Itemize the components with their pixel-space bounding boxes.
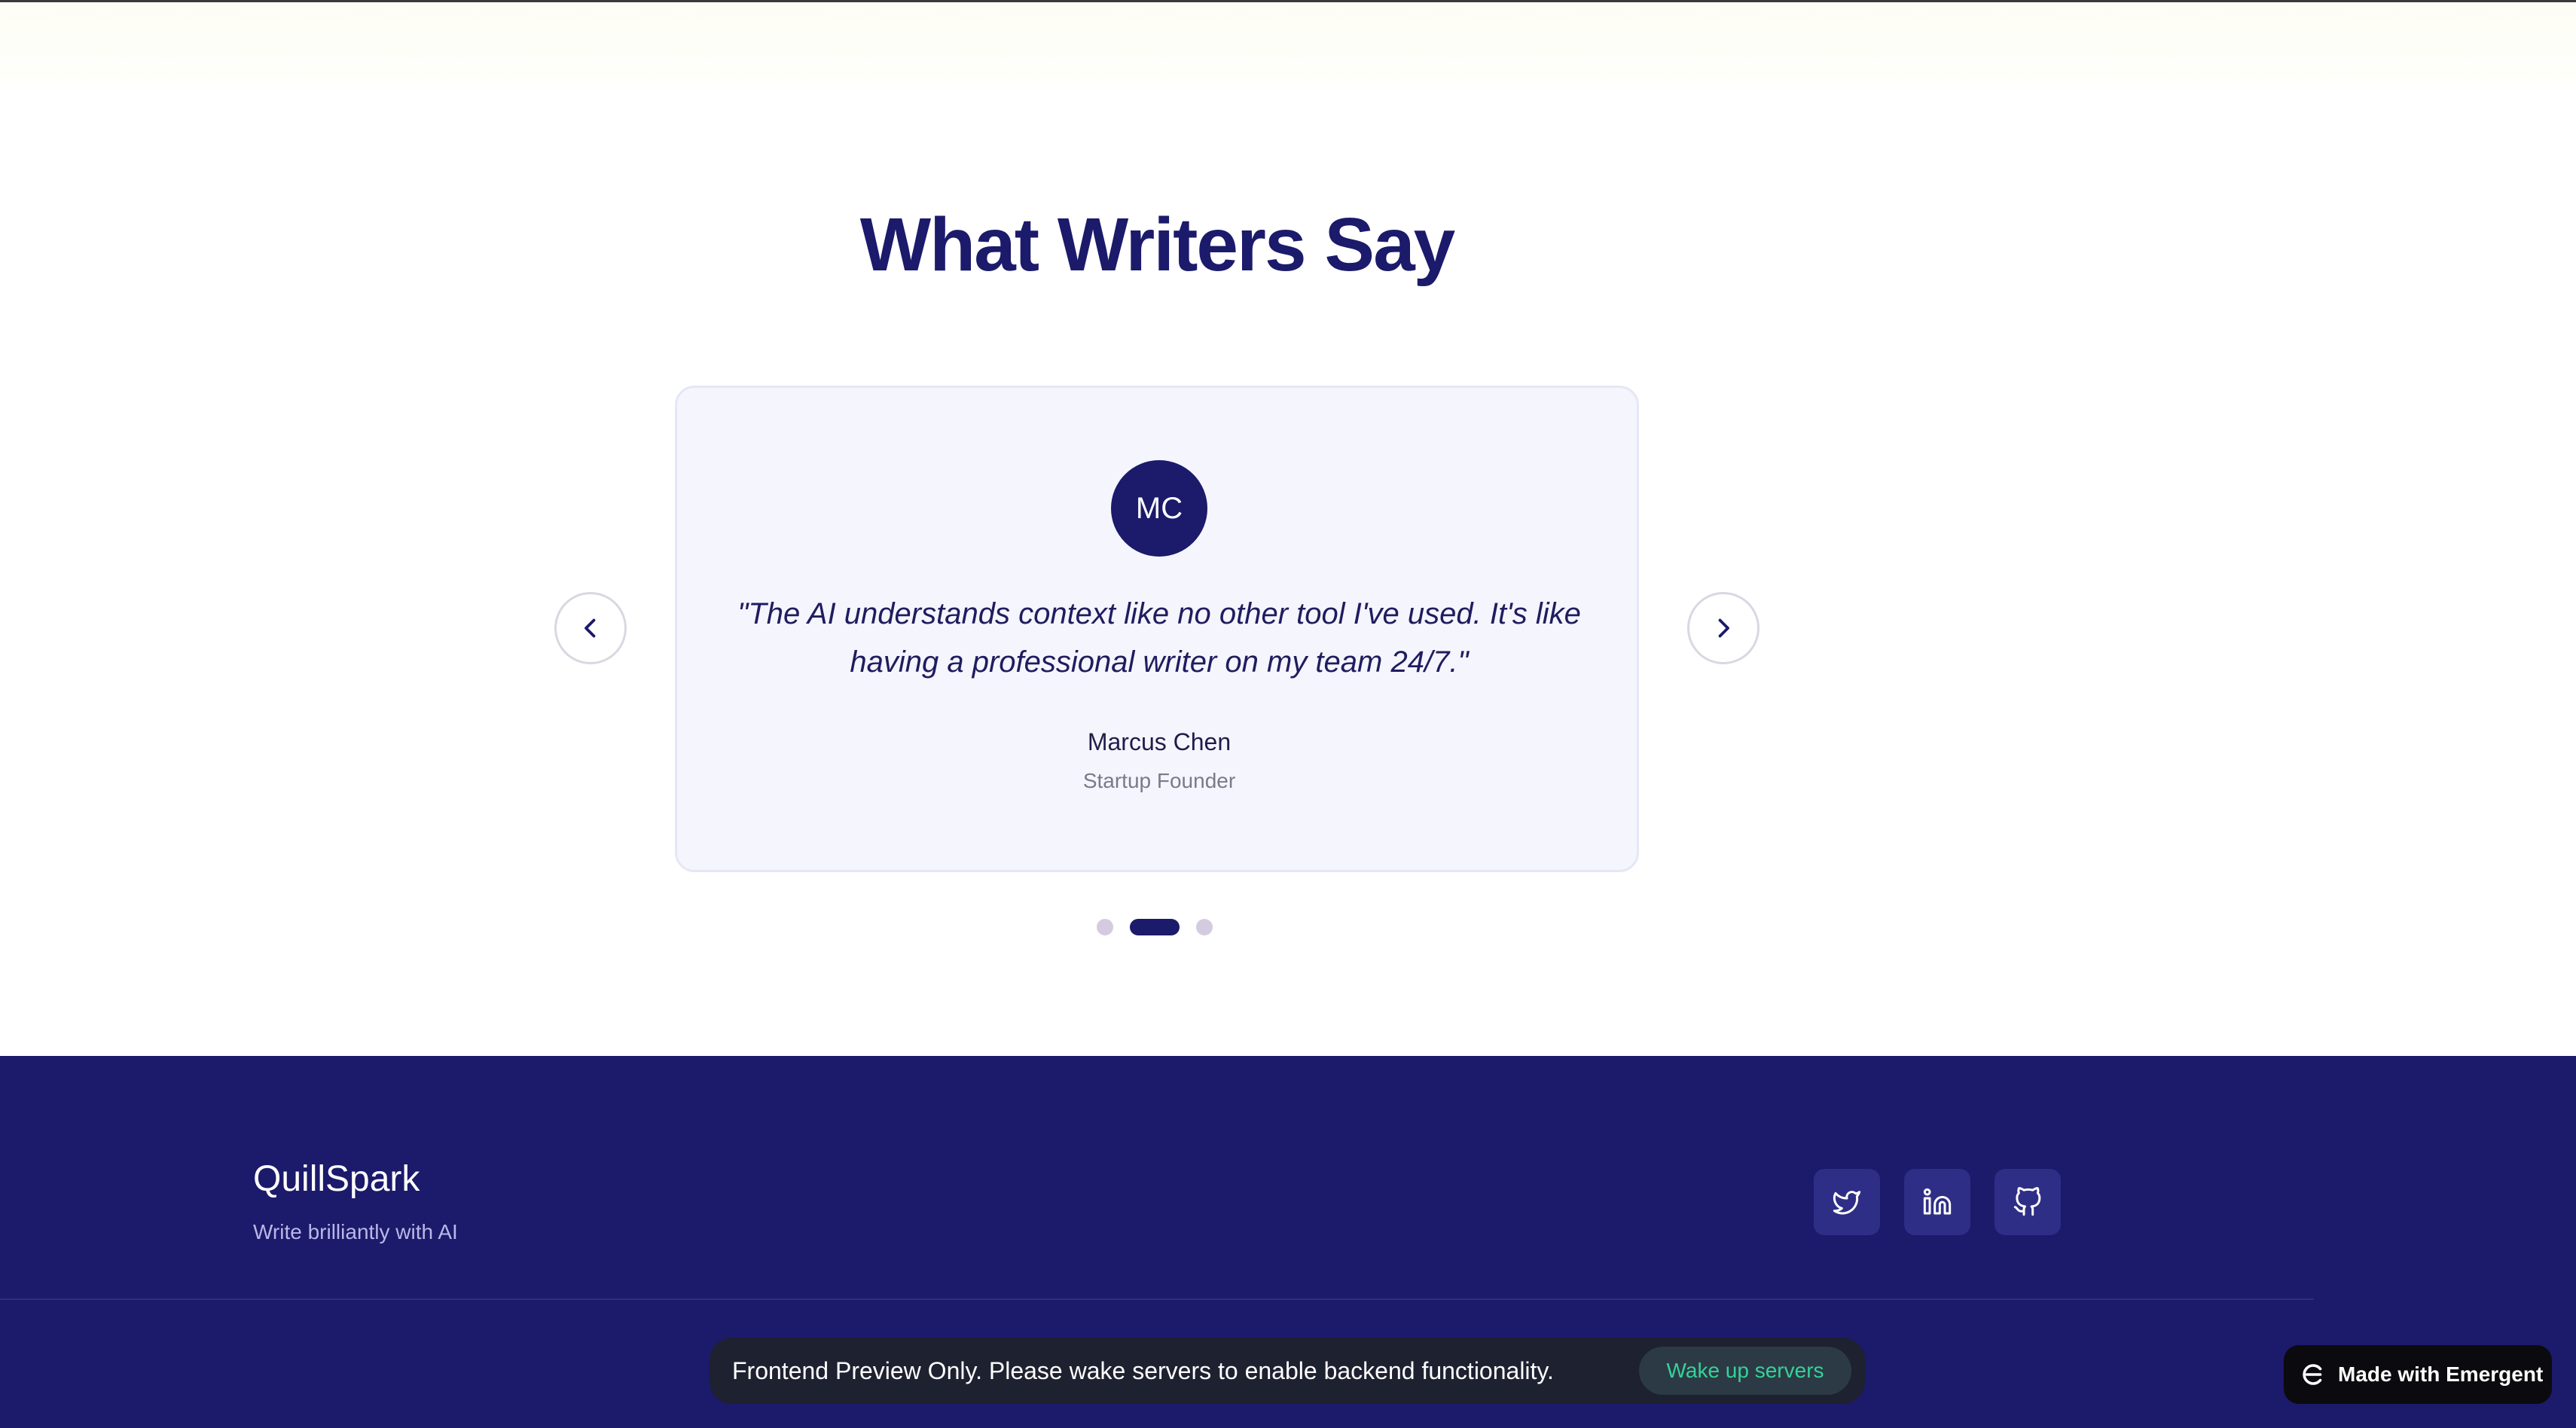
testimonial-card: MC "The AI understands context like no o… (675, 386, 1639, 872)
chevron-left-icon (584, 618, 596, 638)
linkedin-icon (1923, 1188, 1952, 1215)
twitter-link[interactable] (1814, 1169, 1880, 1235)
carousel-dot-active[interactable] (1130, 919, 1180, 935)
preview-banner-message: Frontend Preview Only. Please wake serve… (732, 1356, 1554, 1384)
made-with-emergent-badge[interactable]: Made with Emergent (2284, 1345, 2552, 1404)
linkedin-link[interactable] (1904, 1169, 1970, 1235)
carousel-dots (1097, 919, 1213, 935)
footer-divider (0, 1298, 2314, 1300)
github-icon (2013, 1187, 2041, 1216)
carousel-next-button[interactable] (1687, 592, 1760, 664)
twitter-icon (1833, 1191, 1861, 1215)
made-with-label: Made with Emergent (2338, 1362, 2544, 1386)
footer-tagline: Write brilliantly with AI (253, 1220, 458, 1243)
top-strip (0, 0, 2576, 84)
author-role: Startup Founder (1082, 769, 1236, 792)
carousel-dot[interactable] (1196, 919, 1213, 935)
preview-banner: Frontend Preview Only. Please wake serve… (710, 1338, 1865, 1404)
emergent-logo-icon (2303, 1364, 2322, 1385)
wake-servers-button[interactable]: Wake up servers (1639, 1347, 1851, 1395)
section-title: What Writers Say (859, 203, 1456, 287)
carousel-dot[interactable] (1097, 919, 1113, 935)
avatar: MC (1111, 460, 1207, 557)
author-name: Marcus Chen (1087, 728, 1232, 755)
github-link[interactable] (1995, 1169, 2061, 1235)
page: What Writers Say MC "The AI understands … (0, 0, 2576, 1428)
carousel-prev-button[interactable] (554, 592, 627, 664)
footer-brand: QuillSpark (253, 1159, 420, 1199)
chevron-right-icon (1718, 618, 1729, 638)
testimonial-quote: "The AI understands context like no othe… (737, 597, 1581, 679)
